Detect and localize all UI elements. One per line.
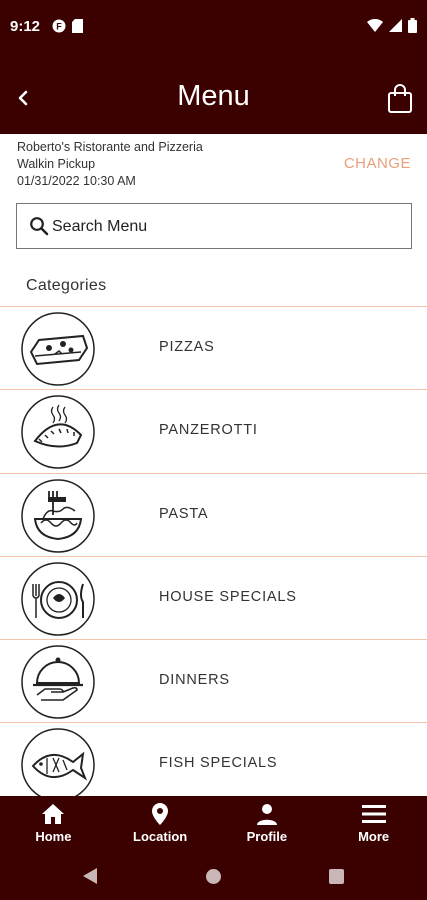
category-label: PANZEROTTI [159, 422, 258, 439]
nav-label: Home [35, 829, 72, 844]
search-icon [30, 217, 49, 236]
fish-icon [21, 728, 95, 803]
category-item-house-specials[interactable]: HOUSE SPECIALS [0, 555, 427, 639]
bottom-nav: Home Location Profile More [0, 796, 427, 852]
status-bar: 9:12 F [0, 0, 427, 56]
signal-icon [389, 19, 402, 32]
system-back-icon[interactable] [83, 868, 97, 884]
category-item-pizzas[interactable]: PIZZAS [0, 306, 427, 389]
shopping-bag-icon[interactable] [387, 84, 413, 114]
notification-icon: F [52, 19, 66, 33]
nav-label: Location [133, 829, 188, 844]
category-item-pasta[interactable]: PASTA [0, 472, 427, 556]
panzerotti-icon [21, 395, 95, 470]
order-type: Walkin Pickup [17, 157, 96, 171]
search-input[interactable] [52, 215, 392, 239]
categories-heading: Categories [26, 277, 107, 294]
cloche-icon [21, 645, 95, 719]
category-label: HOUSE SPECIALS [159, 588, 297, 605]
category-item-fish-specials[interactable]: FISH SPECIALS [0, 722, 427, 805]
store-info: Roberto's Ristorante and Pizzeria Walkin… [17, 139, 203, 190]
nav-location[interactable]: Location [107, 796, 214, 852]
category-item-dinners[interactable]: DINNERS [0, 639, 427, 722]
order-datetime: 01/31/2022 10:30 AM [17, 174, 136, 188]
profile-icon [256, 804, 277, 825]
category-label: FISH SPECIALS [159, 755, 278, 772]
plate-icon [21, 562, 95, 636]
category-list: PIZZAS PANZEROTTI PASTA HOUSE SPECIALS D… [0, 306, 427, 806]
home-icon [42, 804, 65, 824]
battery-icon [408, 18, 417, 33]
nav-label: More [358, 829, 390, 844]
pasta-icon [21, 478, 95, 553]
nav-more[interactable]: More [320, 796, 427, 852]
status-time: 9:12 [10, 18, 41, 35]
svg-text:F: F [56, 22, 62, 32]
location-pin-icon [152, 803, 169, 825]
system-nav-bar [0, 852, 427, 900]
menu-icon [361, 805, 386, 823]
app-header: Menu [0, 56, 427, 134]
search-box[interactable] [16, 203, 412, 249]
pizza-icon [21, 312, 95, 386]
system-home-icon[interactable] [206, 869, 221, 884]
nav-home[interactable]: Home [0, 796, 107, 852]
category-label: PIZZAS [159, 339, 215, 355]
sd-card-icon [72, 19, 83, 33]
system-recents-icon[interactable] [329, 869, 344, 884]
nav-profile[interactable]: Profile [214, 796, 321, 852]
nav-label: Profile [246, 829, 288, 844]
category-item-panzerotti[interactable]: PANZEROTTI [0, 389, 427, 472]
category-label: PASTA [159, 505, 209, 522]
store-name: Roberto's Ristorante and Pizzeria [17, 140, 203, 154]
wifi-icon [367, 19, 383, 32]
page-title: Menu [177, 80, 250, 112]
change-button[interactable]: CHANGE [344, 155, 411, 172]
category-label: DINNERS [159, 672, 230, 689]
